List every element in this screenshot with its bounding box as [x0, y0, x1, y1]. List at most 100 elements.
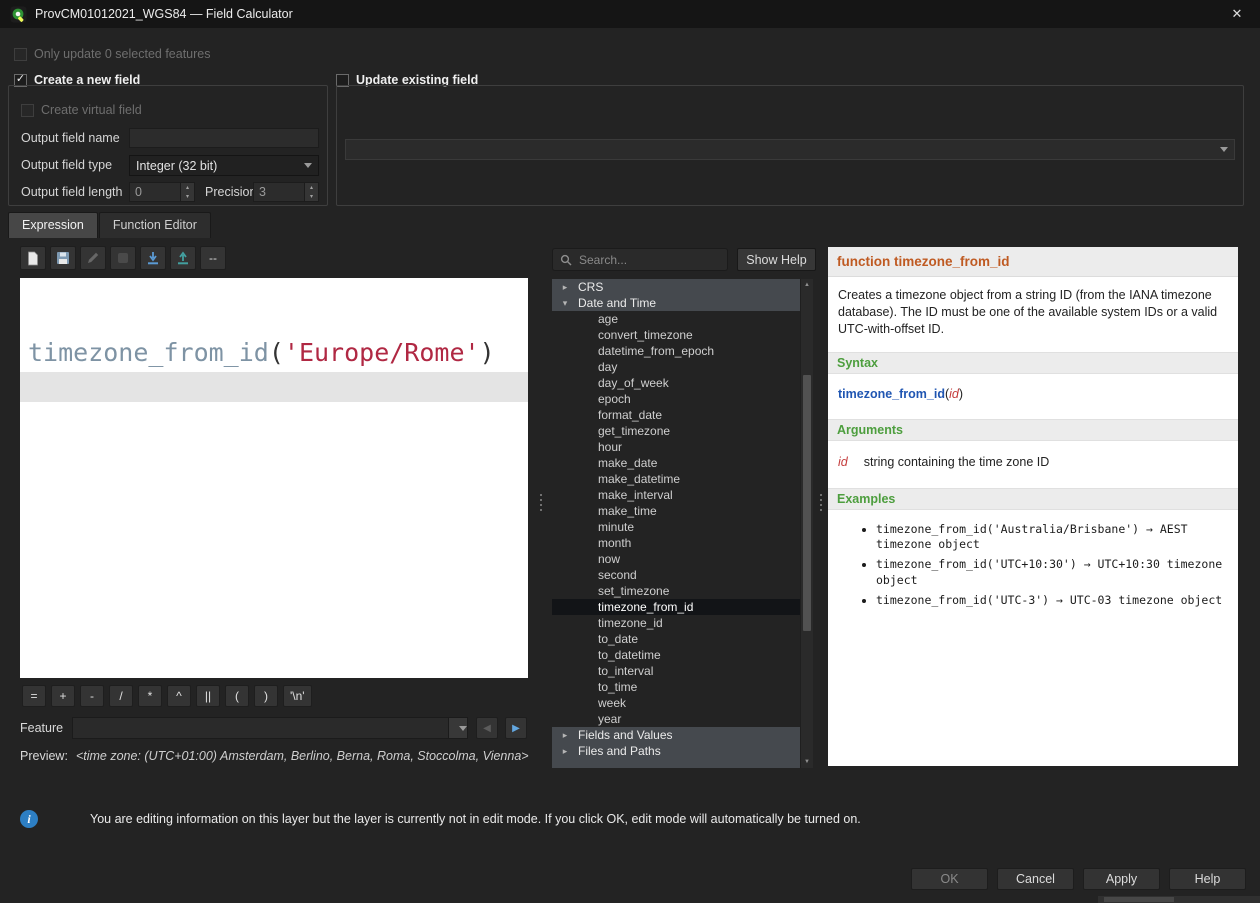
chevron-right-icon[interactable]: ▸ — [560, 730, 570, 741]
show-help-button[interactable]: Show Help — [737, 248, 816, 271]
function-item-month[interactable]: month — [552, 535, 800, 551]
close-button[interactable]: ✕ — [1224, 6, 1250, 22]
create-virtual-field-label: Create virtual field — [41, 103, 142, 117]
add-expression-button[interactable] — [20, 246, 46, 270]
current-line-highlight — [20, 372, 528, 402]
code-function: timezone_from_id — [28, 338, 269, 367]
function-item-format-date[interactable]: format_date — [552, 407, 800, 423]
function-item-now[interactable]: now — [552, 551, 800, 567]
function-item-age[interactable]: age — [552, 311, 800, 327]
function-item-minute[interactable]: minute — [552, 519, 800, 535]
tree-item-label: Fields and Values — [578, 728, 673, 742]
spin-up-icon[interactable]: ▴ — [181, 183, 194, 192]
scroll-down-icon[interactable]: ▼ — [801, 757, 813, 767]
function-item-make-datetime[interactable]: make_datetime — [552, 471, 800, 487]
function-item-datetime-from-epoch[interactable]: datetime_from_epoch — [552, 343, 800, 359]
scrollbar-thumb[interactable] — [803, 375, 811, 631]
function-tree-scrollbar[interactable]: ▲ ▼ — [800, 279, 813, 768]
ok-button[interactable]: OK — [911, 868, 988, 890]
splitter-handle-left[interactable] — [538, 494, 544, 511]
function-item-make-date[interactable]: make_date — [552, 455, 800, 471]
output-field-length-value: 0 — [135, 185, 142, 199]
tab-expression[interactable]: Expression — [8, 212, 98, 238]
tree-item-label: to_date — [598, 632, 638, 646]
function-item-day[interactable]: day — [552, 359, 800, 375]
function-item-timezone-id[interactable]: timezone_id — [552, 615, 800, 631]
previous-feature-button[interactable]: ◀ — [476, 717, 498, 739]
function-item-second[interactable]: second — [552, 567, 800, 583]
function-item-hour[interactable]: hour — [552, 439, 800, 455]
operator-button[interactable]: '\n' — [283, 685, 312, 707]
operator-button[interactable]: ) — [254, 685, 278, 707]
feature-label: Feature — [20, 721, 72, 735]
function-item-to-datetime[interactable]: to_datetime — [552, 647, 800, 663]
scroll-up-icon[interactable]: ▲ — [801, 280, 813, 290]
comment-button[interactable]: -- — [200, 246, 226, 270]
feature-select[interactable] — [72, 717, 468, 739]
operator-button[interactable]: ( — [225, 685, 249, 707]
help-button[interactable]: Help — [1169, 868, 1246, 890]
import-expressions-button[interactable] — [140, 246, 166, 270]
spin-down-icon[interactable]: ▾ — [305, 192, 318, 201]
precision-spinner[interactable]: 3 ▴▾ — [253, 182, 319, 202]
splitter-handle-right[interactable] — [818, 494, 824, 511]
next-feature-button[interactable]: ▶ — [505, 717, 527, 739]
cancel-button[interactable]: Cancel — [997, 868, 1074, 890]
operator-button[interactable]: * — [138, 685, 162, 707]
operator-button[interactable]: - — [80, 685, 104, 707]
function-item-day-of-week[interactable]: day_of_week — [552, 375, 800, 391]
function-item-to-date[interactable]: to_date — [552, 631, 800, 647]
function-item-make-time[interactable]: make_time — [552, 503, 800, 519]
function-group-fields-and-values[interactable]: ▸ Fields and Values — [552, 727, 800, 743]
function-search-box[interactable] — [552, 248, 728, 271]
chevron-right-icon[interactable]: ▸ — [560, 746, 570, 757]
create-virtual-field-checkbox[interactable] — [21, 104, 34, 117]
operator-button[interactable]: || — [196, 685, 220, 707]
existing-field-select[interactable] — [345, 139, 1235, 160]
output-field-name-label: Output field name — [21, 128, 120, 148]
export-expressions-button[interactable] — [170, 246, 196, 270]
chevron-right-icon[interactable]: ▸ — [560, 282, 570, 293]
function-item-timezone-from-id[interactable]: timezone_from_id — [552, 599, 800, 615]
function-item-to-time[interactable]: to_time — [552, 679, 800, 695]
function-group-files-and-paths[interactable]: ▸Files and Paths — [552, 743, 800, 759]
function-group-partial[interactable] — [552, 759, 800, 768]
output-field-name-input[interactable] — [129, 128, 319, 148]
feature-row: Feature ◀ ▶ — [20, 717, 527, 739]
function-item-convert-timezone[interactable]: convert_timezone — [552, 327, 800, 343]
chevron-down-icon — [459, 726, 467, 731]
info-icon: i — [20, 810, 38, 828]
tree-item-label: week — [598, 696, 626, 710]
function-item-year[interactable]: year — [552, 711, 800, 727]
output-field-type-select[interactable]: Integer (32 bit) — [129, 155, 319, 176]
remove-expression-button[interactable] — [110, 246, 136, 270]
output-field-length-spinner[interactable]: 0 ▴▾ — [129, 182, 195, 202]
chevron-down-icon[interactable]: ▾ — [560, 298, 570, 309]
combo-dropdown-button[interactable] — [448, 718, 467, 738]
tree-item-label: epoch — [598, 392, 631, 406]
function-item-set-timezone[interactable]: set_timezone — [552, 583, 800, 599]
expression-editor[interactable]: timezone_from_id('Europe/Rome') — [20, 278, 528, 678]
function-item-get-timezone[interactable]: get_timezone — [552, 423, 800, 439]
function-item-epoch[interactable]: epoch — [552, 391, 800, 407]
operator-button[interactable]: / — [109, 685, 133, 707]
operator-button[interactable]: + — [51, 685, 75, 707]
arguments-heading: Arguments — [828, 419, 1238, 441]
spin-down-icon[interactable]: ▾ — [181, 192, 194, 201]
function-item-make-interval[interactable]: make_interval — [552, 487, 800, 503]
operator-button[interactable]: ^ — [167, 685, 191, 707]
operator-button[interactable]: = — [22, 685, 46, 707]
only-update-checkbox[interactable] — [14, 48, 27, 61]
new-file-icon — [26, 251, 40, 266]
examples-list: timezone_from_id('Australia/Brisbane') →… — [876, 522, 1228, 608]
edit-expression-button[interactable] — [80, 246, 106, 270]
function-item-week[interactable]: week — [552, 695, 800, 711]
save-expression-button[interactable] — [50, 246, 76, 270]
search-input[interactable] — [577, 252, 720, 268]
function-group-crs[interactable]: ▸CRS — [552, 279, 800, 295]
spin-up-icon[interactable]: ▴ — [305, 183, 318, 192]
function-group-date-and-time[interactable]: ▾Date and Time — [552, 295, 800, 311]
apply-button[interactable]: Apply — [1083, 868, 1160, 890]
tab-function-editor[interactable]: Function Editor — [99, 212, 211, 238]
function-item-to-interval[interactable]: to_interval — [552, 663, 800, 679]
